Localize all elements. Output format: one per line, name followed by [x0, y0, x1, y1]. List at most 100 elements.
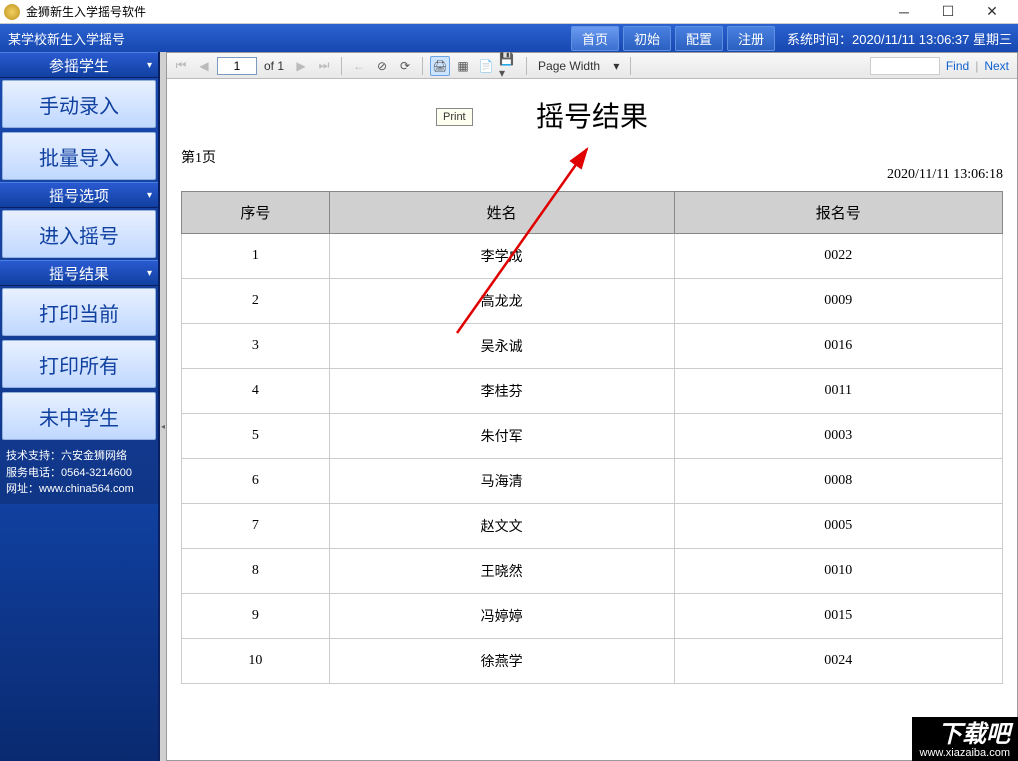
cell-regno: 0008 — [674, 459, 1002, 504]
watermark-logo: 下载吧 — [920, 723, 1010, 747]
table-row: 7赵文文0005 — [182, 504, 1003, 549]
results-table: 序号 姓名 报名号 1李学成00222高龙龙00093吴永诚00164李桂芬00… — [181, 191, 1003, 684]
table-row: 3吴永诚0016 — [182, 324, 1003, 369]
cell-name: 李桂芬 — [329, 369, 674, 414]
btn-print-all[interactable]: 打印所有 — [2, 340, 156, 388]
report-title: 摇号结果 — [181, 95, 1003, 135]
window-title: 金狮新生入学摇号软件 — [26, 3, 146, 20]
nav-home[interactable]: 首页 — [571, 26, 619, 51]
cell-name: 吴永诚 — [329, 324, 674, 369]
close-button[interactable]: ✕ — [970, 1, 1014, 23]
table-row: 1李学成0022 — [182, 234, 1003, 279]
btn-print-current[interactable]: 打印当前 — [2, 288, 156, 336]
first-page-icon[interactable]: ⏮ — [171, 56, 191, 76]
minimize-button[interactable]: ─ — [882, 1, 926, 23]
nav-register[interactable]: 注册 — [727, 26, 775, 51]
table-row: 6马海清0008 — [182, 459, 1003, 504]
cell-regno: 0016 — [674, 324, 1002, 369]
support-line2: 服务电话：0564-3214600 — [6, 465, 152, 482]
section-options-label: 摇号选项 — [49, 185, 109, 206]
cell-name: 高龙龙 — [329, 279, 674, 324]
next-page-icon[interactable]: ▶ — [291, 56, 311, 76]
cell-name: 冯婷婷 — [329, 594, 674, 639]
chevron-down-icon: ▾ — [147, 268, 152, 279]
watermark: 下载吧 www.xiazaiba.com — [912, 717, 1018, 761]
export-icon[interactable]: 💾▾ — [499, 56, 519, 76]
refresh-icon[interactable]: ⟳ — [395, 56, 415, 76]
cell-seq: 1 — [182, 234, 330, 279]
cell-regno: 0005 — [674, 504, 1002, 549]
cell-name: 马海清 — [329, 459, 674, 504]
app-icon — [4, 4, 20, 20]
school-label: 某学校新生入学摇号 — [8, 29, 125, 48]
cell-seq: 2 — [182, 279, 330, 324]
window-controls: ─ ☐ ✕ — [882, 1, 1014, 23]
report-datetime: 2020/11/11 13:06:18 — [181, 167, 1003, 183]
find-link[interactable]: Find — [946, 59, 969, 73]
cell-regno: 0015 — [674, 594, 1002, 639]
report-viewer: ⏮ ◀ of 1 ▶ ⏭ ← ⊘ ⟳ 🖨 ▦ 📄 💾▾ Page Width ▾… — [166, 52, 1018, 761]
app-header: 某学校新生入学摇号 首页 初始 配置 注册 系统时间：2020/11/11 13… — [0, 24, 1018, 52]
page-setup-icon[interactable]: 📄 — [476, 56, 496, 76]
col-seq: 序号 — [182, 192, 330, 234]
back-icon[interactable]: ← — [349, 56, 369, 76]
report-page-label: 第1页 — [181, 147, 1003, 167]
cell-seq: 3 — [182, 324, 330, 369]
table-header-row: 序号 姓名 报名号 — [182, 192, 1003, 234]
section-results[interactable]: 摇号结果 ▾ — [0, 260, 158, 286]
print-layout-icon[interactable]: ▦ — [453, 56, 473, 76]
cell-name: 李学成 — [329, 234, 674, 279]
cell-seq: 6 — [182, 459, 330, 504]
btn-manual-entry[interactable]: 手动录入 — [2, 80, 156, 128]
cell-name: 王晓然 — [329, 549, 674, 594]
table-row: 9冯婷婷0015 — [182, 594, 1003, 639]
table-row: 10徐燕学0024 — [182, 639, 1003, 684]
cell-regno: 0011 — [674, 369, 1002, 414]
zoom-select[interactable]: Page Width ▾ — [534, 58, 623, 74]
prev-page-icon[interactable]: ◀ — [194, 56, 214, 76]
splitter[interactable]: ◂ — [160, 52, 166, 761]
watermark-url: www.xiazaiba.com — [920, 747, 1010, 759]
print-icon[interactable]: 🖨 — [430, 56, 450, 76]
nav-init[interactable]: 初始 — [623, 26, 671, 51]
section-students-label: 参摇学生 — [49, 55, 109, 76]
cell-regno: 0009 — [674, 279, 1002, 324]
support-line3: 网址：www.china564.com — [6, 481, 152, 498]
find-input[interactable] — [870, 57, 940, 75]
chevron-down-icon: ▾ — [147, 60, 152, 71]
cell-seq: 7 — [182, 504, 330, 549]
btn-enter-lottery[interactable]: 进入摇号 — [2, 210, 156, 258]
support-line1: 技术支持：六安金狮网络 — [6, 448, 152, 465]
table-row: 5朱付军0003 — [182, 414, 1003, 459]
sidebar: 参摇学生 ▾ 手动录入 批量导入 摇号选项 ▾ 进入摇号 摇号结果 ▾ 打印当前… — [0, 52, 160, 761]
cell-regno: 0022 — [674, 234, 1002, 279]
col-regno: 报名号 — [674, 192, 1002, 234]
table-row: 2高龙龙0009 — [182, 279, 1003, 324]
chevron-down-icon: ▾ — [147, 190, 152, 201]
section-students[interactable]: 参摇学生 ▾ — [0, 52, 158, 78]
last-page-icon[interactable]: ⏭ — [314, 56, 334, 76]
btn-unmatched[interactable]: 未中学生 — [2, 392, 156, 440]
find-next-link[interactable]: Next — [984, 59, 1009, 73]
cell-name: 赵文文 — [329, 504, 674, 549]
btn-batch-import[interactable]: 批量导入 — [2, 132, 156, 180]
report-toolbar: ⏮ ◀ of 1 ▶ ⏭ ← ⊘ ⟳ 🖨 ▦ 📄 💾▾ Page Width ▾… — [167, 53, 1017, 79]
cell-name: 徐燕学 — [329, 639, 674, 684]
cell-regno: 0024 — [674, 639, 1002, 684]
section-options[interactable]: 摇号选项 ▾ — [0, 182, 158, 208]
cell-seq: 5 — [182, 414, 330, 459]
cell-regno: 0010 — [674, 549, 1002, 594]
page-number-input[interactable] — [217, 57, 257, 75]
section-results-label: 摇号结果 — [49, 263, 109, 284]
stop-icon[interactable]: ⊘ — [372, 56, 392, 76]
nav-config[interactable]: 配置 — [675, 26, 723, 51]
page-of-label: of 1 — [264, 59, 284, 73]
support-info: 技术支持：六安金狮网络 服务电话：0564-3214600 网址：www.chi… — [0, 442, 158, 504]
table-row: 8王晓然0010 — [182, 549, 1003, 594]
table-row: 4李桂芬0011 — [182, 369, 1003, 414]
maximize-button[interactable]: ☐ — [926, 1, 970, 23]
cell-seq: 10 — [182, 639, 330, 684]
cell-regno: 0003 — [674, 414, 1002, 459]
window-titlebar: 金狮新生入学摇号软件 ─ ☐ ✕ — [0, 0, 1018, 24]
cell-seq: 4 — [182, 369, 330, 414]
